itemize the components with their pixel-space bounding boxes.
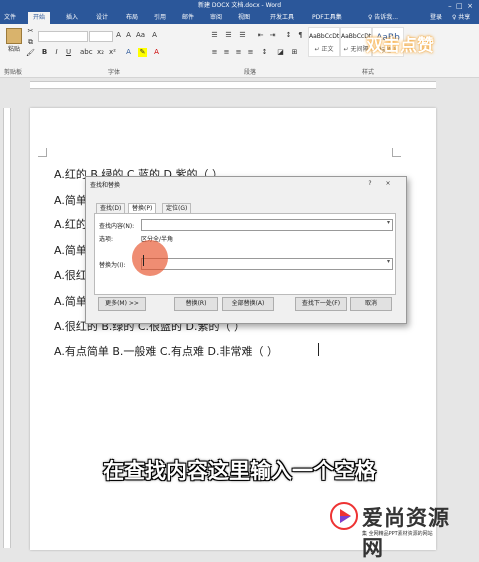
video-subtitle: 在查找内容这里输入一个空格 (103, 459, 376, 483)
margin-marker (38, 148, 47, 157)
click-indicator (132, 240, 168, 276)
align-left-icon[interactable]: ≡ (210, 48, 219, 57)
group-font-label: 字体 (108, 69, 121, 76)
tab-file[interactable]: 文件 (4, 12, 16, 24)
font-size-select[interactable] (89, 31, 113, 42)
logo-tagline: 集 全网精品PPT素材资源的网站 (362, 531, 433, 537)
options-label: 选项: (99, 236, 114, 243)
tab-insert[interactable]: 插入 (66, 12, 78, 24)
doc-line[interactable]: A.简单 (54, 192, 87, 208)
group-clipboard-label: 剪贴板 (4, 69, 23, 76)
format-painter-icon[interactable]: 🖌 (26, 49, 35, 58)
find-what-label: 查找内容(N): (99, 223, 135, 230)
more-button[interactable]: 更多(M) >> (98, 297, 146, 311)
underline-button[interactable]: U (64, 48, 73, 57)
change-case-icon[interactable]: Aa (136, 31, 145, 40)
replace-all-button[interactable]: 全部替换(A) (222, 297, 274, 311)
justify-icon[interactable]: ≡ (246, 48, 255, 57)
margin-marker (392, 148, 401, 157)
doc-line[interactable]: A.很红 (54, 267, 87, 283)
tab-design[interactable]: 设计 (96, 12, 108, 24)
tab-mailings[interactable]: 邮件 (182, 12, 194, 24)
replace-with-label: 替换为(I): (99, 262, 126, 269)
title-bar: 新建 DOCX 文档.docx - Word – □ × (0, 0, 479, 12)
style-normal[interactable]: AaBbCcDt ↵ 正文 (308, 27, 340, 57)
font-name-select[interactable] (38, 31, 88, 42)
chevron-down-icon[interactable]: ▾ (387, 258, 390, 265)
clear-format-icon[interactable]: A (150, 31, 159, 40)
tab-layout[interactable]: 布局 (126, 12, 138, 24)
strikethrough-button[interactable]: abc (80, 48, 93, 57)
double-click-like-overlay: 双击点赞 (366, 36, 434, 56)
tab-references[interactable]: 引用 (154, 12, 166, 24)
tab-pdf-tools[interactable]: PDF工具集 (312, 12, 342, 24)
input-caret (143, 255, 144, 266)
borders-icon[interactable]: ⊞ (290, 48, 299, 57)
close-button[interactable]: × (382, 179, 394, 188)
show-marks-icon[interactable]: ¶ (296, 31, 305, 40)
group-styles-label: 样式 (362, 69, 375, 76)
subscript-button[interactable]: x₂ (96, 48, 105, 57)
align-right-icon[interactable]: ≡ (234, 48, 243, 57)
share-button[interactable]: ♀ 共享 (452, 12, 470, 24)
doc-line[interactable]: A.红的 (54, 216, 87, 232)
help-button[interactable]: ? (364, 179, 376, 188)
cancel-button[interactable]: 取消 (350, 297, 392, 311)
horizontal-ruler[interactable] (0, 78, 479, 90)
italic-button[interactable]: I (52, 48, 61, 57)
replace-button[interactable]: 替换(R) (174, 297, 218, 311)
line-spacing-icon[interactable]: ↕ (260, 48, 269, 57)
login-link[interactable]: 登录 (430, 12, 442, 24)
site-logo: 爱尚资源网 集 全网精品PPT素材资源的网站 (330, 500, 470, 560)
doc-line[interactable]: A.简单 (54, 293, 87, 309)
grow-font-icon[interactable]: A (114, 31, 123, 40)
copy-icon[interactable]: ⧉ (26, 38, 35, 47)
shading-icon[interactable]: ◪ (276, 48, 285, 57)
style-normal-name: ↵ 正文 (314, 46, 334, 53)
decrease-indent-icon[interactable]: ⇤ (256, 31, 265, 40)
superscript-button[interactable]: x² (108, 48, 117, 57)
increase-indent-icon[interactable]: ⇥ (268, 31, 277, 40)
bullets-icon[interactable]: ☰ (210, 31, 219, 40)
window-title: 新建 DOCX 文档.docx - Word (197, 2, 282, 9)
highlight-icon[interactable]: ✎ (138, 48, 147, 57)
chevron-down-icon[interactable]: ▾ (387, 219, 390, 226)
text-effects-icon[interactable]: A (124, 48, 133, 57)
doc-line[interactable]: A.有点简单 B.一般难 C.有点难 D.非常难（ ） (54, 343, 278, 359)
play-logo-icon (330, 502, 358, 530)
style-normal-preview: AaBbCcDt (309, 33, 340, 40)
window-controls[interactable]: – □ × (448, 0, 473, 12)
tab-view[interactable]: 视图 (238, 12, 250, 24)
tab-home[interactable]: 开始 (28, 12, 51, 24)
paste-button[interactable]: 粘贴 (4, 28, 24, 53)
cut-icon[interactable]: ✂ (26, 27, 35, 36)
find-what-input[interactable]: ▾ (141, 219, 393, 231)
replace-with-input[interactable]: ▾ (141, 258, 393, 270)
dialog-title: 查找和替换 (90, 182, 121, 189)
ribbon-tabs: 文件 开始 插入 设计 布局 引用 邮件 审阅 视图 开发工具 PDF工具集 ♀… (0, 12, 479, 24)
sort-icon[interactable]: ↕ (284, 31, 293, 40)
doc-line[interactable]: A.简单 (54, 242, 87, 258)
paste-label: 粘贴 (7, 46, 20, 53)
group-paragraph-label: 段落 (244, 69, 257, 76)
text-caret (318, 343, 319, 356)
bold-button[interactable]: B (40, 48, 49, 57)
clipboard-icon (6, 28, 22, 44)
align-center-icon[interactable]: ≡ (222, 48, 231, 57)
multilevel-list-icon[interactable]: ☰ (238, 31, 247, 40)
font-color-icon[interactable]: A (152, 48, 161, 57)
find-next-button[interactable]: 查找下一处(F) (295, 297, 347, 311)
tell-me-search[interactable]: ♀ 告诉我... (368, 12, 398, 24)
tab-review[interactable]: 审阅 (210, 12, 222, 24)
tab-developer[interactable]: 开发工具 (270, 12, 294, 24)
numbering-icon[interactable]: ☰ (224, 31, 233, 40)
shrink-font-icon[interactable]: A (124, 31, 133, 40)
